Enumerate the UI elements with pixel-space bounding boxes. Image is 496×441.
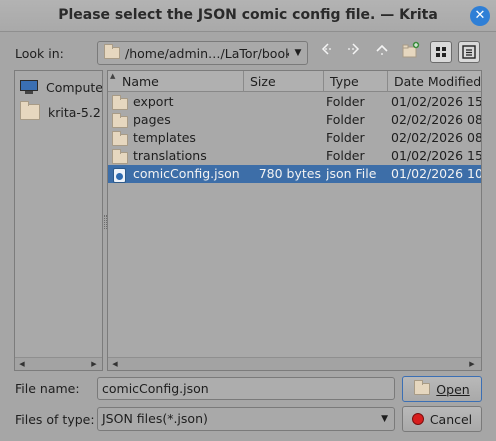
scroll-left-arrow-icon[interactable]: ◀ — [109, 358, 121, 370]
file-date: 01/02/2026 10: — [391, 166, 481, 181]
back-button[interactable] — [316, 41, 338, 63]
table-row[interactable]: pages Folder 02/02/2026 08: — [108, 111, 481, 129]
folder-icon — [20, 101, 40, 120]
file-size — [248, 93, 321, 111]
sidebar-item-label: krita-5.2. — [48, 104, 103, 120]
scroll-right-arrow-icon[interactable]: ▶ — [466, 358, 478, 370]
file-date: 02/02/2026 08: — [391, 130, 481, 145]
file-type-value: JSON files(*.json) — [102, 411, 208, 426]
file-type: Folder — [326, 94, 365, 109]
detail-view-button[interactable] — [458, 41, 480, 63]
file-name-input[interactable]: comicConfig.json — [97, 377, 395, 400]
forward-arrow-icon — [348, 43, 360, 55]
chevron-down-icon: ▼ — [294, 48, 302, 58]
json-file-icon — [113, 168, 126, 183]
computer-icon — [20, 79, 38, 95]
file-dialog: Please select the JSON comic config file… — [0, 0, 496, 441]
back-arrow-icon — [321, 43, 333, 55]
file-list[interactable]: ▲ Name Size Type Date Modified export Fo… — [107, 70, 482, 371]
folder-icon — [112, 148, 128, 164]
file-list-header: ▲ Name Size Type Date Modified — [108, 71, 481, 92]
column-header-name[interactable]: ▲ Name — [108, 71, 244, 92]
list-view-icon — [462, 45, 476, 59]
title-bar[interactable]: Please select the JSON comic config file… — [0, 0, 496, 32]
new-folder-icon — [402, 41, 420, 58]
file-date: 01/02/2026 15: — [391, 148, 481, 163]
column-header-size[interactable]: Size — [244, 71, 324, 92]
file-size — [248, 129, 321, 147]
file-size — [248, 147, 321, 165]
column-header-type[interactable]: Type — [324, 71, 388, 92]
new-folder-button[interactable] — [400, 41, 422, 63]
folder-icon — [112, 112, 128, 128]
file-date: 02/02/2026 08: — [391, 112, 481, 127]
look-in-label: Look in: — [15, 46, 64, 61]
close-button[interactable]: ✕ — [470, 6, 490, 26]
table-row[interactable]: export Folder 01/02/2026 15: — [108, 93, 481, 111]
scroll-left-arrow-icon[interactable]: ◀ — [16, 358, 28, 370]
file-size — [248, 111, 321, 129]
table-row[interactable]: templates Folder 02/02/2026 08: — [108, 129, 481, 147]
file-type: Folder — [326, 130, 365, 145]
file-date: 01/02/2026 15: — [391, 94, 481, 109]
chevron-down-icon: ▼ — [381, 414, 388, 424]
file-type-combo[interactable]: JSON files(*.json) ▼ — [97, 407, 395, 431]
column-header-name-label: Name — [122, 74, 159, 89]
file-type: Folder — [326, 148, 365, 163]
file-name: comicConfig.json — [133, 166, 240, 181]
folder-icon — [112, 130, 128, 146]
parent-directory-button[interactable] — [371, 41, 393, 63]
file-name: pages — [133, 112, 171, 127]
open-button[interactable]: Open — [402, 376, 482, 402]
look-in-combo[interactable]: /home/admin…/LaTor/book ▼ — [97, 41, 308, 65]
file-name: translations — [133, 148, 207, 163]
file-type: json File — [326, 166, 377, 181]
up-arrow-icon — [376, 44, 388, 55]
icon-view-button[interactable] — [430, 41, 452, 63]
file-name-label: File name: — [15, 381, 80, 396]
table-row-selected[interactable]: comicConfig.json 780 bytes json File 01/… — [108, 165, 481, 183]
scroll-right-arrow-icon[interactable]: ▶ — [88, 358, 100, 370]
folder-open-icon — [414, 380, 431, 395]
file-name: export — [133, 94, 174, 109]
column-header-date[interactable]: Date Modified — [388, 71, 481, 92]
sidebar-horizontal-scrollbar[interactable]: ◀ ▶ — [15, 357, 102, 370]
file-type: Folder — [326, 112, 365, 127]
places-sidebar[interactable]: Computer krita-5.2. ◀ ▶ — [14, 70, 103, 371]
file-list-horizontal-scrollbar[interactable]: ◀ ▶ — [108, 357, 481, 370]
look-in-path: /home/admin…/LaTor/book — [125, 45, 289, 61]
sidebar-item-computer[interactable]: Computer — [20, 75, 103, 99]
cancel-icon — [411, 413, 424, 425]
sidebar-item-krita[interactable]: krita-5.2. — [20, 100, 103, 124]
file-name: templates — [133, 130, 196, 145]
grid-view-icon — [436, 47, 446, 57]
folder-icon — [112, 94, 128, 110]
file-size: 780 bytes — [258, 166, 321, 181]
open-button-label: Open — [436, 381, 470, 397]
folder-icon — [104, 44, 120, 59]
sidebar-item-label: Computer — [46, 79, 103, 95]
file-type-label: Files of type: — [15, 412, 95, 427]
cancel-button[interactable]: Cancel — [402, 406, 482, 432]
sort-up-icon: ▲ — [110, 72, 116, 80]
table-row[interactable]: translations Folder 01/02/2026 15: — [108, 147, 481, 165]
window-title: Please select the JSON comic config file… — [58, 7, 438, 23]
forward-button[interactable] — [343, 41, 365, 63]
cancel-button-label: Cancel — [429, 411, 473, 427]
